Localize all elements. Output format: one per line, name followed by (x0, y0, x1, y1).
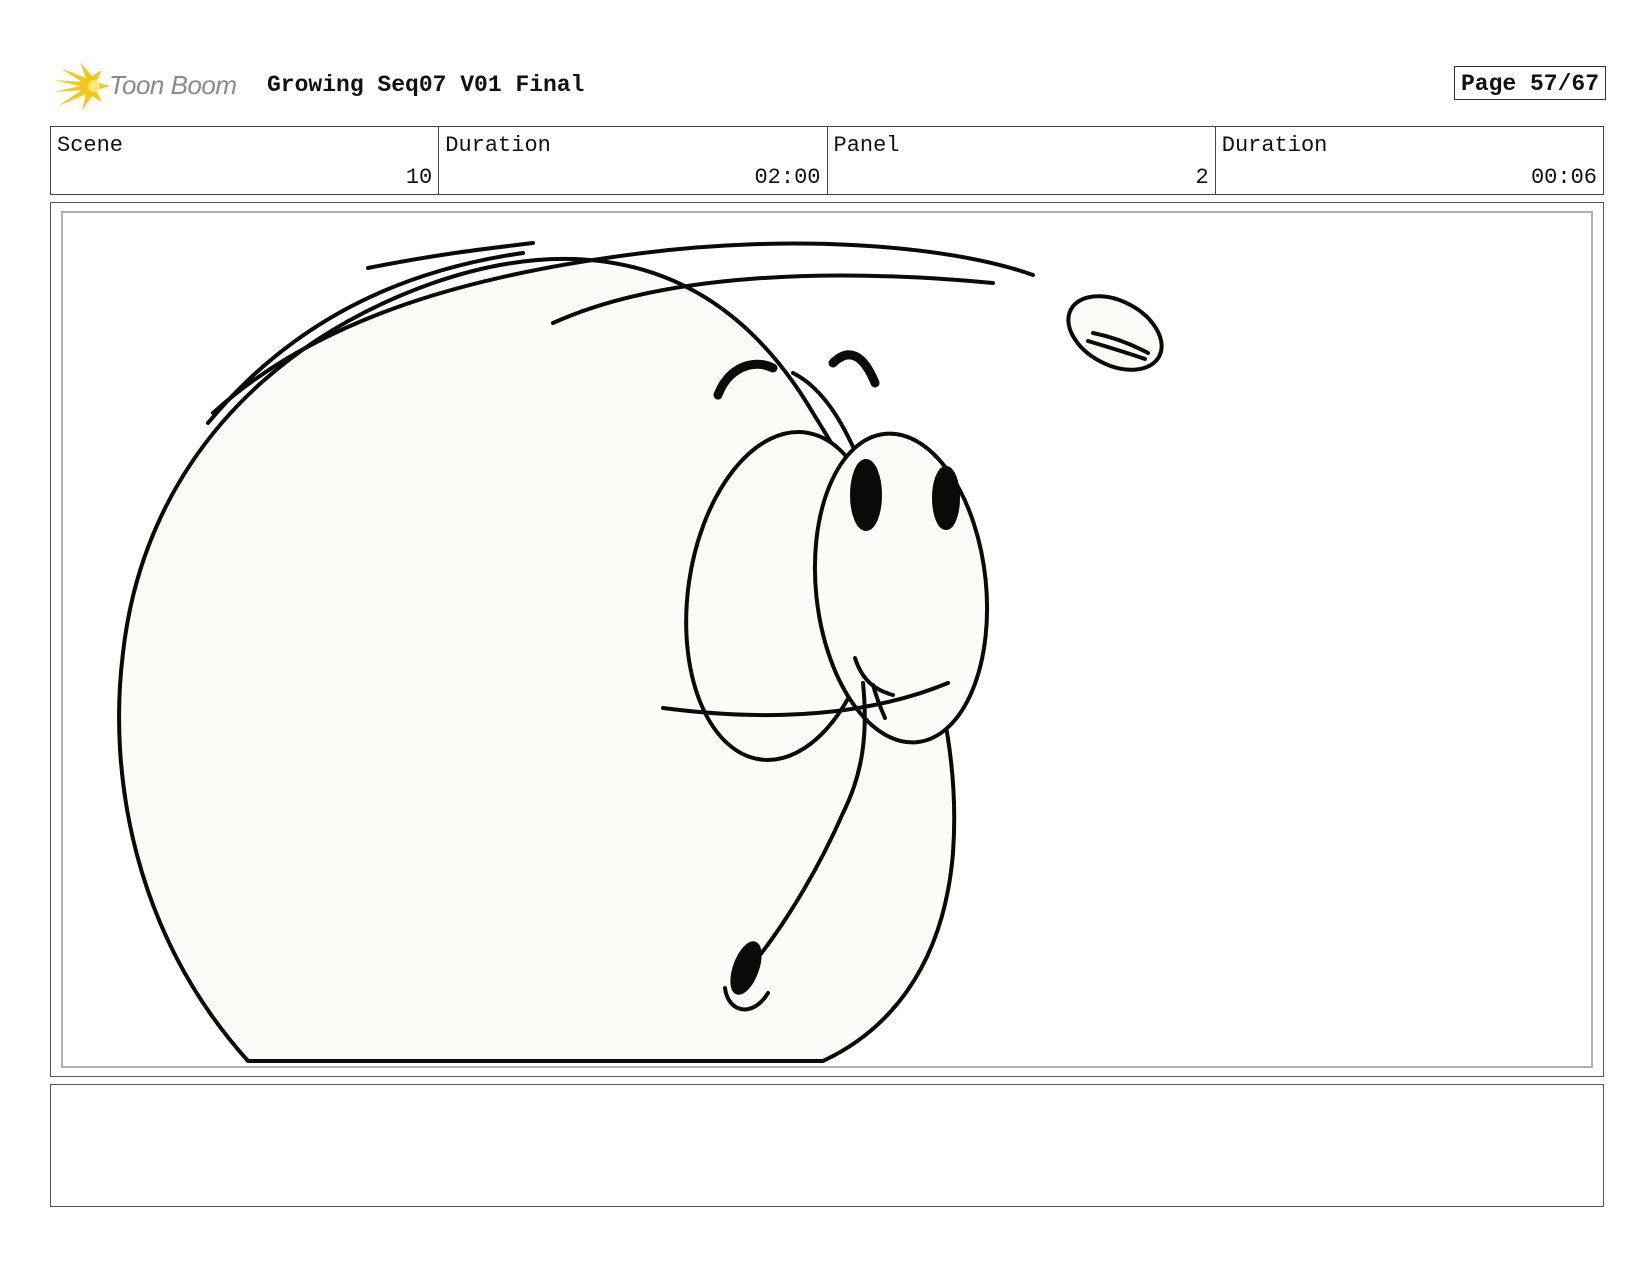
storyboard-header: Toon Boom Growing Seq07 V01 Final Page 5… (50, 58, 1606, 112)
panel-cell: Panel 2 (828, 127, 1216, 194)
right-eyebrow (828, 350, 880, 388)
left-pupil (850, 459, 882, 531)
toon-boom-logo: Toon Boom (52, 60, 252, 112)
scene-label: Scene (57, 133, 124, 158)
panel-duration-label: Duration (1221, 133, 1328, 158)
panel-frame (50, 202, 1604, 1077)
project-title: Growing Seq07 V01 Final (267, 72, 585, 98)
scene-info-table: Scene 10 Duration 02:00 Panel 2 Duration… (50, 126, 1604, 195)
scene-duration-value: 02:00 (754, 165, 821, 190)
scene-value: 10 (405, 165, 433, 190)
panel-duration-value: 00:06 (1530, 165, 1597, 190)
panel-duration-cell: Duration 00:06 (1216, 127, 1603, 194)
panel-notes-box (50, 1084, 1604, 1207)
logo-wordmark: Toon Boom (109, 70, 237, 100)
starburst-icon (54, 62, 110, 110)
page-indicator: Page 57/67 (1453, 66, 1606, 100)
right-pupil (932, 466, 960, 530)
panel-value: 2 (1195, 165, 1209, 190)
floating-leaf (1066, 294, 1164, 372)
scene-duration-label: Duration (445, 133, 551, 158)
panel-image-area (61, 211, 1593, 1068)
panel-label: Panel (833, 133, 900, 158)
character-sketch (117, 241, 1164, 1063)
scene-cell: Scene 10 (51, 127, 440, 194)
scene-duration-cell: Duration 02:00 (439, 127, 828, 194)
